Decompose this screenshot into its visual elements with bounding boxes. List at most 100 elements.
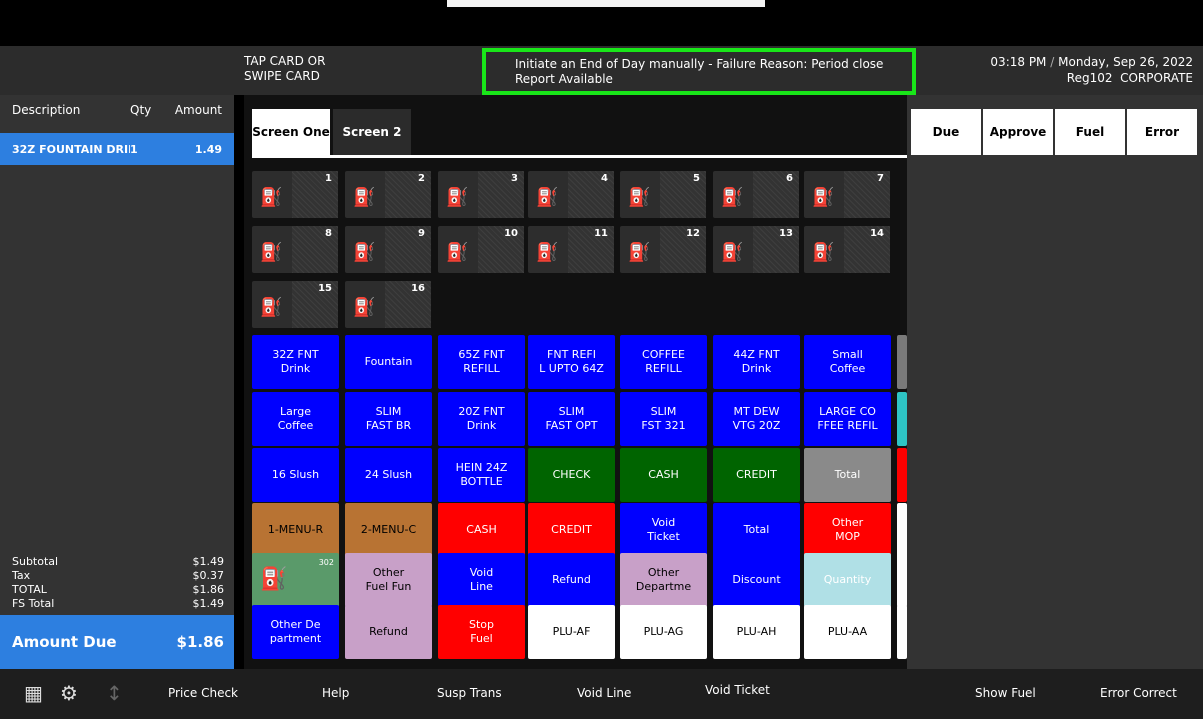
key-large-coffee[interactable]: Large Coffee <box>252 392 339 446</box>
fuel-pump-13[interactable]: ⛽ 13 <box>713 226 799 273</box>
fuel-pump-2[interactable]: ⛽ 2 <box>345 171 431 218</box>
error-correct-button[interactable]: Error Correct <box>1100 686 1177 700</box>
fuel-pump-14[interactable]: ⛽ 14 <box>804 226 890 273</box>
key-stop-fuel[interactable]: Stop Fuel <box>438 605 525 659</box>
key-void-line[interactable]: Void Line <box>438 553 525 607</box>
keypad-panel: Screen One Screen 2 ⛽ 1 ⛽ 2 ⛽ 3 ⛽ 4 ⛽ 5 ⛽ 6 ⛽ 7… <box>244 95 907 669</box>
fuel-pump-icon: ⛽ <box>446 187 469 208</box>
key-1-menu-r[interactable]: 1-MENU-R <box>252 503 339 557</box>
amount-due-bar: Amount Due $1.86 <box>0 615 234 669</box>
tab-screen-2[interactable]: Screen 2 <box>333 109 411 155</box>
key-other-departme[interactable]: Other Departme <box>620 553 707 607</box>
key-plu-ag[interactable]: PLU-AG <box>620 605 707 659</box>
show-fuel-button[interactable]: Show Fuel <box>975 686 1036 700</box>
key-overflow[interactable] <box>897 335 907 389</box>
amount-due-label: Amount Due <box>12 633 117 651</box>
status-panel: Due Approve Fuel Error <box>907 95 1203 669</box>
key-2-menu-c[interactable]: 2-MENU-C <box>345 503 432 557</box>
key-plu-af[interactable]: PLU-AF <box>528 605 615 659</box>
key-small-coffee[interactable]: Small Coffee <box>804 335 891 389</box>
fuel-key-number: 302 <box>318 558 334 567</box>
key-slim-fst-321[interactable]: SLIM FST 321 <box>620 392 707 446</box>
key-cash[interactable]: CASH <box>620 448 707 502</box>
fuel-pump-10[interactable]: ⛽ 10 <box>438 226 524 273</box>
tab-screen-one[interactable]: Screen One <box>252 109 330 155</box>
header-bar: TAP CARD OR SWIPE CARD Initiate an End o… <box>0 46 1203 95</box>
key-total[interactable]: Total <box>804 448 891 502</box>
key-void-ticket[interactable]: Void Ticket <box>620 503 707 557</box>
key-overflow[interactable] <box>897 392 907 446</box>
subtotal-label: Subtotal <box>12 555 59 568</box>
fuel-pump-icon: ⛽ <box>260 297 283 318</box>
clock-panel: 03:18 PM / Monday, Sep 26, 2022 Reg102 C… <box>990 55 1193 85</box>
key-slim-fast-opt[interactable]: SLIM FAST OPT <box>528 392 615 446</box>
fuel-pump-1[interactable]: ⛽ 1 <box>252 171 338 218</box>
item-amount: 1.49 <box>194 142 222 156</box>
susp-trans-button[interactable]: Susp Trans <box>437 686 502 700</box>
total-value: $1.86 <box>192 583 225 596</box>
fuel-pump-12[interactable]: ⛽ 12 <box>620 226 706 273</box>
key-16-slush[interactable]: 16 Slush <box>252 448 339 502</box>
key-plu-ah[interactable]: PLU-AH <box>713 605 800 659</box>
key-65z-fnt-refill[interactable]: 65Z FNT REFILL <box>438 335 525 389</box>
key-overflow[interactable] <box>897 553 907 607</box>
register-id: Reg102 <box>1066 71 1113 85</box>
grid-icon[interactable]: ▦ <box>24 681 43 705</box>
help-button[interactable]: Help <box>322 686 349 700</box>
fuel-pump-15[interactable]: ⛽ 15 <box>252 281 338 328</box>
key-overflow[interactable] <box>897 448 907 502</box>
key-44z-fnt-drink[interactable]: 44Z FNT Drink <box>713 335 800 389</box>
fuel-pump-5[interactable]: ⛽ 5 <box>620 171 706 218</box>
tax-value: $0.37 <box>192 569 225 582</box>
key-plu-aa[interactable]: PLU-AA <box>804 605 891 659</box>
key-credit[interactable]: CREDIT <box>713 448 800 502</box>
fuel-pump-icon: ⛽ <box>536 242 559 263</box>
fuel-pump-7[interactable]: ⛽ 7 <box>804 171 890 218</box>
key-cash-red[interactable]: CASH <box>438 503 525 557</box>
price-check-button[interactable]: Price Check <box>168 686 238 700</box>
key-large-coffee-refil[interactable]: LARGE CO FFEE REFIL <box>804 392 891 446</box>
fuel-pump-3[interactable]: ⛽ 3 <box>438 171 524 218</box>
key-24-slush[interactable]: 24 Slush <box>345 448 432 502</box>
fuel-pump-16[interactable]: ⛽ 16 <box>345 281 431 328</box>
key-mt-dew-vtg[interactable]: MT DEW VTG 20Z <box>713 392 800 446</box>
key-slim-fast-br[interactable]: SLIM FAST BR <box>345 392 432 446</box>
key-32z-fnt-drink[interactable]: 32Z FNT Drink <box>252 335 339 389</box>
key-check[interactable]: CHECK <box>528 448 615 502</box>
gear-icon[interactable]: ⚙ <box>60 681 78 705</box>
key-refund-pink[interactable]: Refund <box>345 605 432 659</box>
fuel-pump-11[interactable]: ⛽ 11 <box>528 226 614 273</box>
key-other-mop[interactable]: Other MOP <box>804 503 891 557</box>
key-quantity[interactable]: Quantity <box>804 553 891 607</box>
tab-error[interactable]: Error <box>1127 109 1197 155</box>
key-20z-fnt-drink[interactable]: 20Z FNT Drink <box>438 392 525 446</box>
key-fnt-refill-64z[interactable]: FNT REFI L UPTO 64Z <box>528 335 615 389</box>
updown-arrow-icon[interactable]: ↕ <box>106 681 123 705</box>
tab-due[interactable]: Due <box>911 109 981 155</box>
screen-tabs: Screen One Screen 2 <box>252 109 411 155</box>
key-credit-red[interactable]: CREDIT <box>528 503 615 557</box>
key-total-blue[interactable]: Total <box>713 503 800 557</box>
fuel-pump-4[interactable]: ⛽ 4 <box>528 171 614 218</box>
void-line-button[interactable]: Void Line <box>577 686 631 700</box>
key-fountain[interactable]: Fountain <box>345 335 432 389</box>
key-coffee-refill[interactable]: COFFEE REFILL <box>620 335 707 389</box>
key-discount[interactable]: Discount <box>713 553 800 607</box>
tab-fuel[interactable]: Fuel <box>1055 109 1125 155</box>
key-other-fuel-fun[interactable]: Other Fuel Fun <box>345 553 432 607</box>
fuel-pump-6[interactable]: ⛽ 6 <box>713 171 799 218</box>
key-other-department[interactable]: Other De partment <box>252 605 339 659</box>
ticket-line-item[interactable]: 32Z FOUNTAIN DRINK 1 1.49 <box>0 133 234 165</box>
void-ticket-button[interactable]: Void Ticket <box>705 683 770 697</box>
tab-approve[interactable]: Approve <box>983 109 1053 155</box>
key-hein-24z-bottle[interactable]: HEIN 24Z BOTTLE <box>438 448 525 502</box>
key-fuel-302[interactable]: ⛽ 302 <box>252 553 339 607</box>
fuel-pump-icon: ⛽ <box>260 242 283 263</box>
key-overflow[interactable] <box>897 605 907 659</box>
key-overflow[interactable] <box>897 503 907 557</box>
key-refund[interactable]: Refund <box>528 553 615 607</box>
fuel-pump-9[interactable]: ⛽ 9 <box>345 226 431 273</box>
tap-card-prompt: TAP CARD OR SWIPE CARD <box>244 54 326 83</box>
fuel-pump-8[interactable]: ⛽ 8 <box>252 226 338 273</box>
top-black-strip <box>0 0 1203 46</box>
